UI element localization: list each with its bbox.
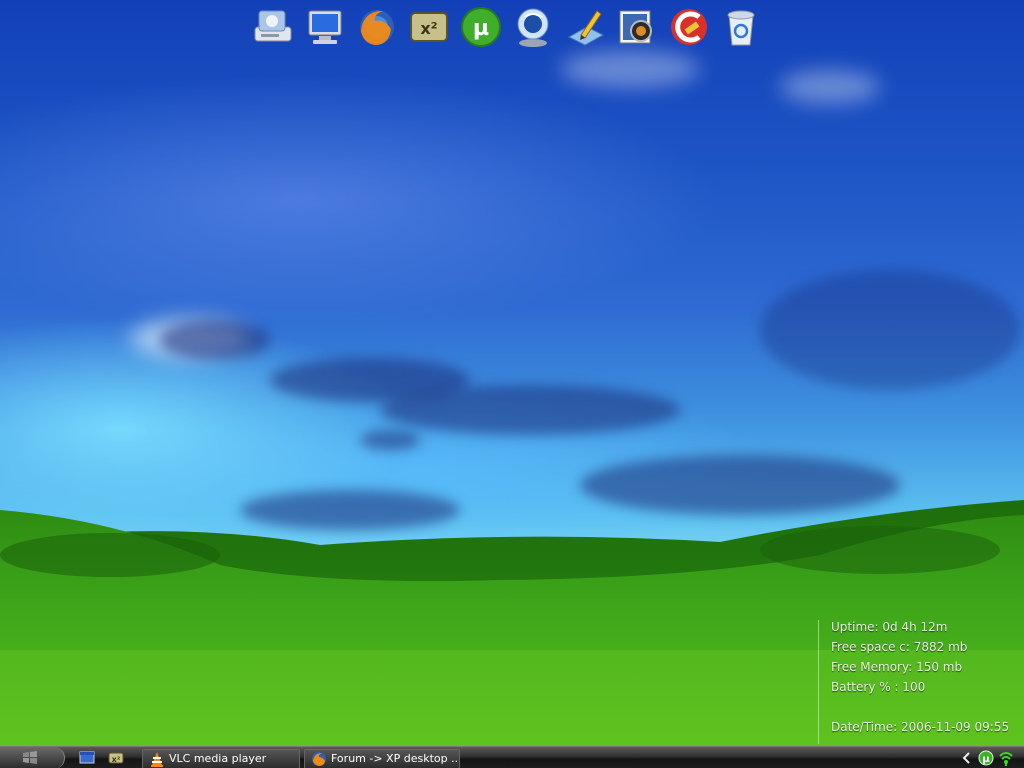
taskbar-item-vlc[interactable]: VLC media player [142,749,300,768]
utorrent-icon[interactable]: µ [978,750,994,766]
wireless-signal-icon[interactable] [998,750,1014,766]
x2-app-icon[interactable]: x² [406,4,452,50]
wallpaper-cloud [780,70,880,104]
recycle-bin-icon[interactable] [718,4,764,50]
taskbar: x² VLC media player Forum -> XP desktop … [0,746,1024,768]
vlc-cone-icon [151,752,163,767]
disc-drive-icon[interactable] [250,4,296,50]
desktop[interactable]: x² µ Uptime: 0d 4h 12m Free space c: 788… [0,0,1024,768]
pencil-notepad-icon[interactable] [562,4,608,50]
chevron-left-icon[interactable] [962,752,972,764]
taskbar-item-firefox[interactable]: Forum -> XP desktop ... [304,749,460,768]
svg-text:x²: x² [420,19,437,38]
system-info-widget: Uptime: 0d 4h 12m Free space c: 7882 mb … [818,620,1024,744]
utorrent-icon[interactable]: µ [458,4,504,50]
uptime-text: Uptime: 0d 4h 12m [831,620,948,634]
wallpaper-cloud [160,320,270,360]
free-memory-text: Free Memory: 150 mb [831,660,963,674]
windows-logo-icon [23,751,37,764]
svg-text:µ: µ [473,16,489,41]
svg-text:x²: x² [112,755,121,764]
battery-text: Battery % : 100 [831,680,926,694]
datetime-text: Date/Time: 2006-11-09 09:55 [831,720,1010,734]
wallpaper-cloud [380,385,680,435]
taskbar-item-label: VLC media player [169,752,267,765]
svg-text:µ: µ [982,754,990,765]
firefox-icon [312,752,326,766]
icon-dock: x² µ [250,0,764,54]
wallpaper-cloud [760,270,1020,390]
media-player-icon[interactable] [510,4,556,50]
my-computer-icon[interactable] [302,4,348,50]
wallpaper-cloud [560,50,700,88]
picture-viewer-icon[interactable] [614,4,660,50]
wallpaper-cloud [360,430,420,450]
taskbar-item-label: Forum -> XP desktop ... [331,752,460,765]
show-desktop-icon[interactable] [79,750,95,766]
firefox-icon[interactable] [354,4,400,50]
start-button[interactable] [0,747,65,768]
x2-quicklaunch-icon[interactable]: x² [108,750,124,766]
system-tray: µ [960,747,1024,768]
free-space-text: Free space c: 7882 mb [831,640,968,654]
ccleaner-icon[interactable] [666,4,712,50]
